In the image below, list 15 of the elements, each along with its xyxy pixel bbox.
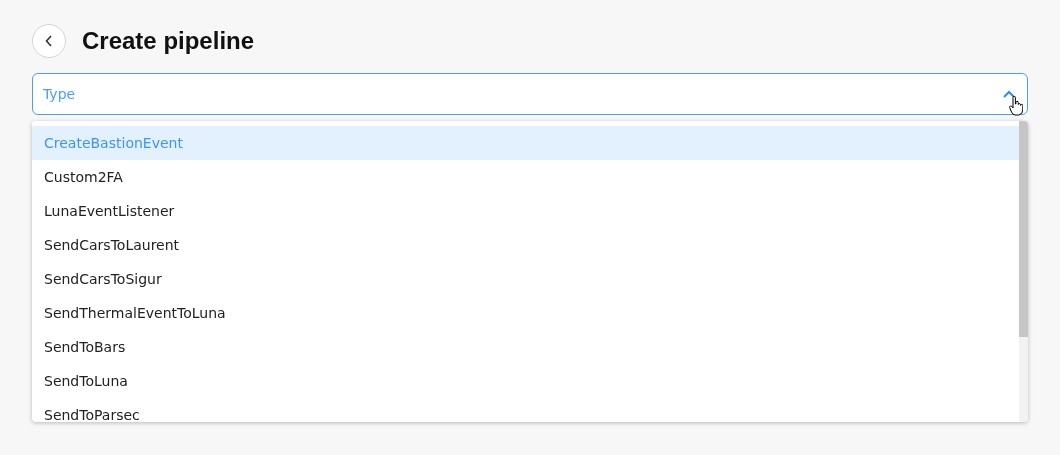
type-input[interactable]: Type xyxy=(43,86,1003,102)
dropdown-option[interactable]: SendToLuna xyxy=(32,364,1019,398)
page-title: Create pipeline xyxy=(82,27,255,55)
dropdown-option[interactable]: SendToParsec xyxy=(32,398,1019,422)
dropdown-option[interactable]: SendCarsToSigur xyxy=(32,262,1019,296)
dropdown-option[interactable]: SendCarsToLaurent xyxy=(32,228,1019,262)
dropdown-option[interactable]: Custom2FA xyxy=(32,160,1019,194)
dropdown-option[interactable]: SendThermalEventToLuna xyxy=(32,296,1019,330)
dropdown-option[interactable]: SendToBars xyxy=(32,330,1019,364)
dropdown-option[interactable]: LunaEventListener xyxy=(32,194,1019,228)
chevron-icon xyxy=(1003,90,1015,98)
type-select[interactable]: Type xyxy=(32,73,1028,115)
hand-cursor-icon xyxy=(1009,96,1023,116)
back-button[interactable] xyxy=(32,24,66,58)
scrollbar[interactable] xyxy=(1019,121,1028,422)
